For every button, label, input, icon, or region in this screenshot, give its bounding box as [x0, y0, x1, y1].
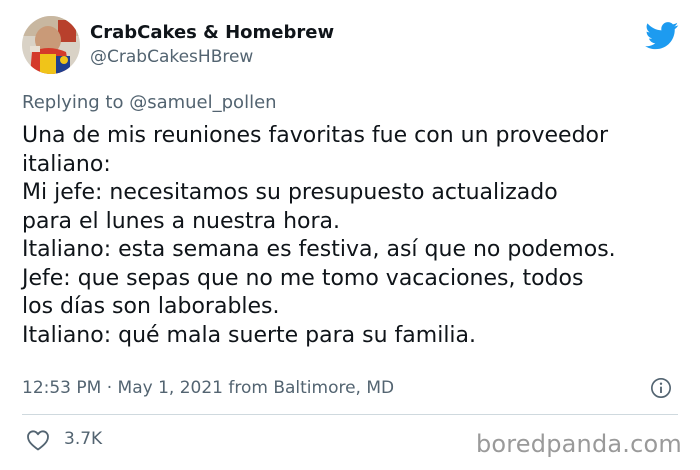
- replying-to[interactable]: Replying to @samuel_pollen: [22, 92, 277, 113]
- user-handle[interactable]: @CrabCakesHBrew: [90, 47, 253, 67]
- tweet-line: Italiano: esta semana es festiva, así qu…: [22, 237, 616, 262]
- tweet-timestamp[interactable]: 12:53 PM · May 1, 2021 from Baltimore, M…: [22, 378, 394, 398]
- display-name[interactable]: CrabCakes & Homebrew: [90, 22, 334, 43]
- tweet-line: Mi jefe: necesitamos su presupuesto actu…: [22, 180, 558, 205]
- tweet-line: los días son laborables.: [22, 294, 280, 319]
- heart-icon[interactable]: [26, 429, 50, 451]
- tweet-line: Italiano: qué mala suerte para su famili…: [22, 322, 477, 348]
- tweet-line: Jefe: que sepas que no me tomo vacacione…: [22, 265, 584, 291]
- twitter-bird-icon[interactable]: [645, 22, 679, 50]
- tweet-line: Una de mis reuniones favoritas fue con u…: [22, 123, 609, 148]
- tweet-text: Una de mis reuniones favoritas fue con u…: [22, 122, 682, 350]
- tweet-line: para el lunes a nuestra hora.: [22, 208, 341, 234]
- watermark: boredpanda.com: [475, 430, 682, 458]
- info-icon[interactable]: [650, 377, 672, 399]
- tweet-line: italiano:: [22, 151, 111, 177]
- like-count[interactable]: 3.7K: [64, 429, 102, 449]
- avatar-image: [22, 16, 80, 74]
- avatar[interactable]: [22, 16, 80, 74]
- tweet-card: CrabCakes & Homebrew @CrabCakesHBrew Rep…: [0, 0, 700, 470]
- divider: [22, 414, 678, 415]
